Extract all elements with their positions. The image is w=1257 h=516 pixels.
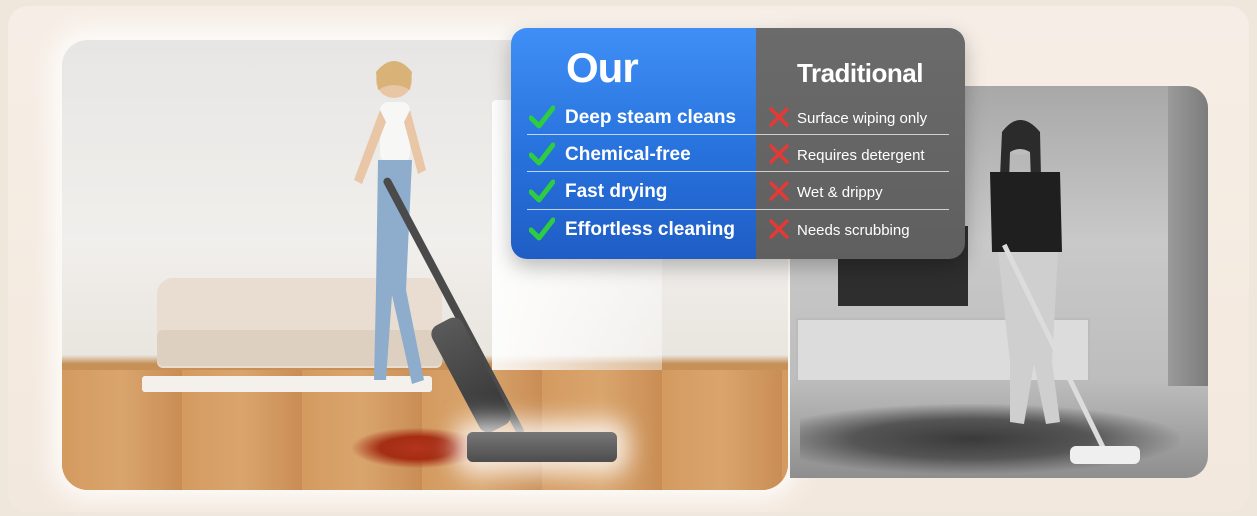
row-divider [527,209,949,210]
check-icon [529,105,555,129]
comparison-row: Fast drying Wet & drippy [527,174,949,211]
traditional-feature: Wet & drippy [797,184,883,201]
cross-icon [769,144,789,164]
ours-feature: Deep steam cleans [565,107,737,128]
curtain [1168,86,1208,386]
traditional-feature: Requires detergent [797,147,925,164]
steam-mop-head [467,432,617,462]
traditional-heading: Traditional [797,58,923,88]
check-icon [529,142,555,166]
comparison-card: Our Traditional Deep steam cleans Surfac… [511,28,965,259]
floor-stain [352,428,482,468]
ours-feature: Effortless cleaning [565,219,735,240]
smiling-woman-icon [354,61,426,384]
comparison-row: Chemical-free Requires detergent [527,137,949,174]
mop-rag [1070,446,1140,464]
ours-feature: Chemical-free [565,144,691,165]
traditional-feature: Surface wiping only [797,110,928,127]
check-icon [529,179,555,203]
row-divider [527,134,949,135]
comparison-row: Effortless cleaning Needs scrubbing [527,212,949,249]
ours-heading: Our [566,44,639,91]
ours-feature: Fast drying [565,181,668,202]
comparison-row: Deep steam cleans Surface wiping only [527,100,949,137]
check-icon [529,217,555,241]
cross-icon [769,107,789,127]
cross-icon [769,219,789,239]
row-divider [527,171,949,172]
cross-icon [769,181,789,201]
traditional-feature: Needs scrubbing [797,222,910,239]
